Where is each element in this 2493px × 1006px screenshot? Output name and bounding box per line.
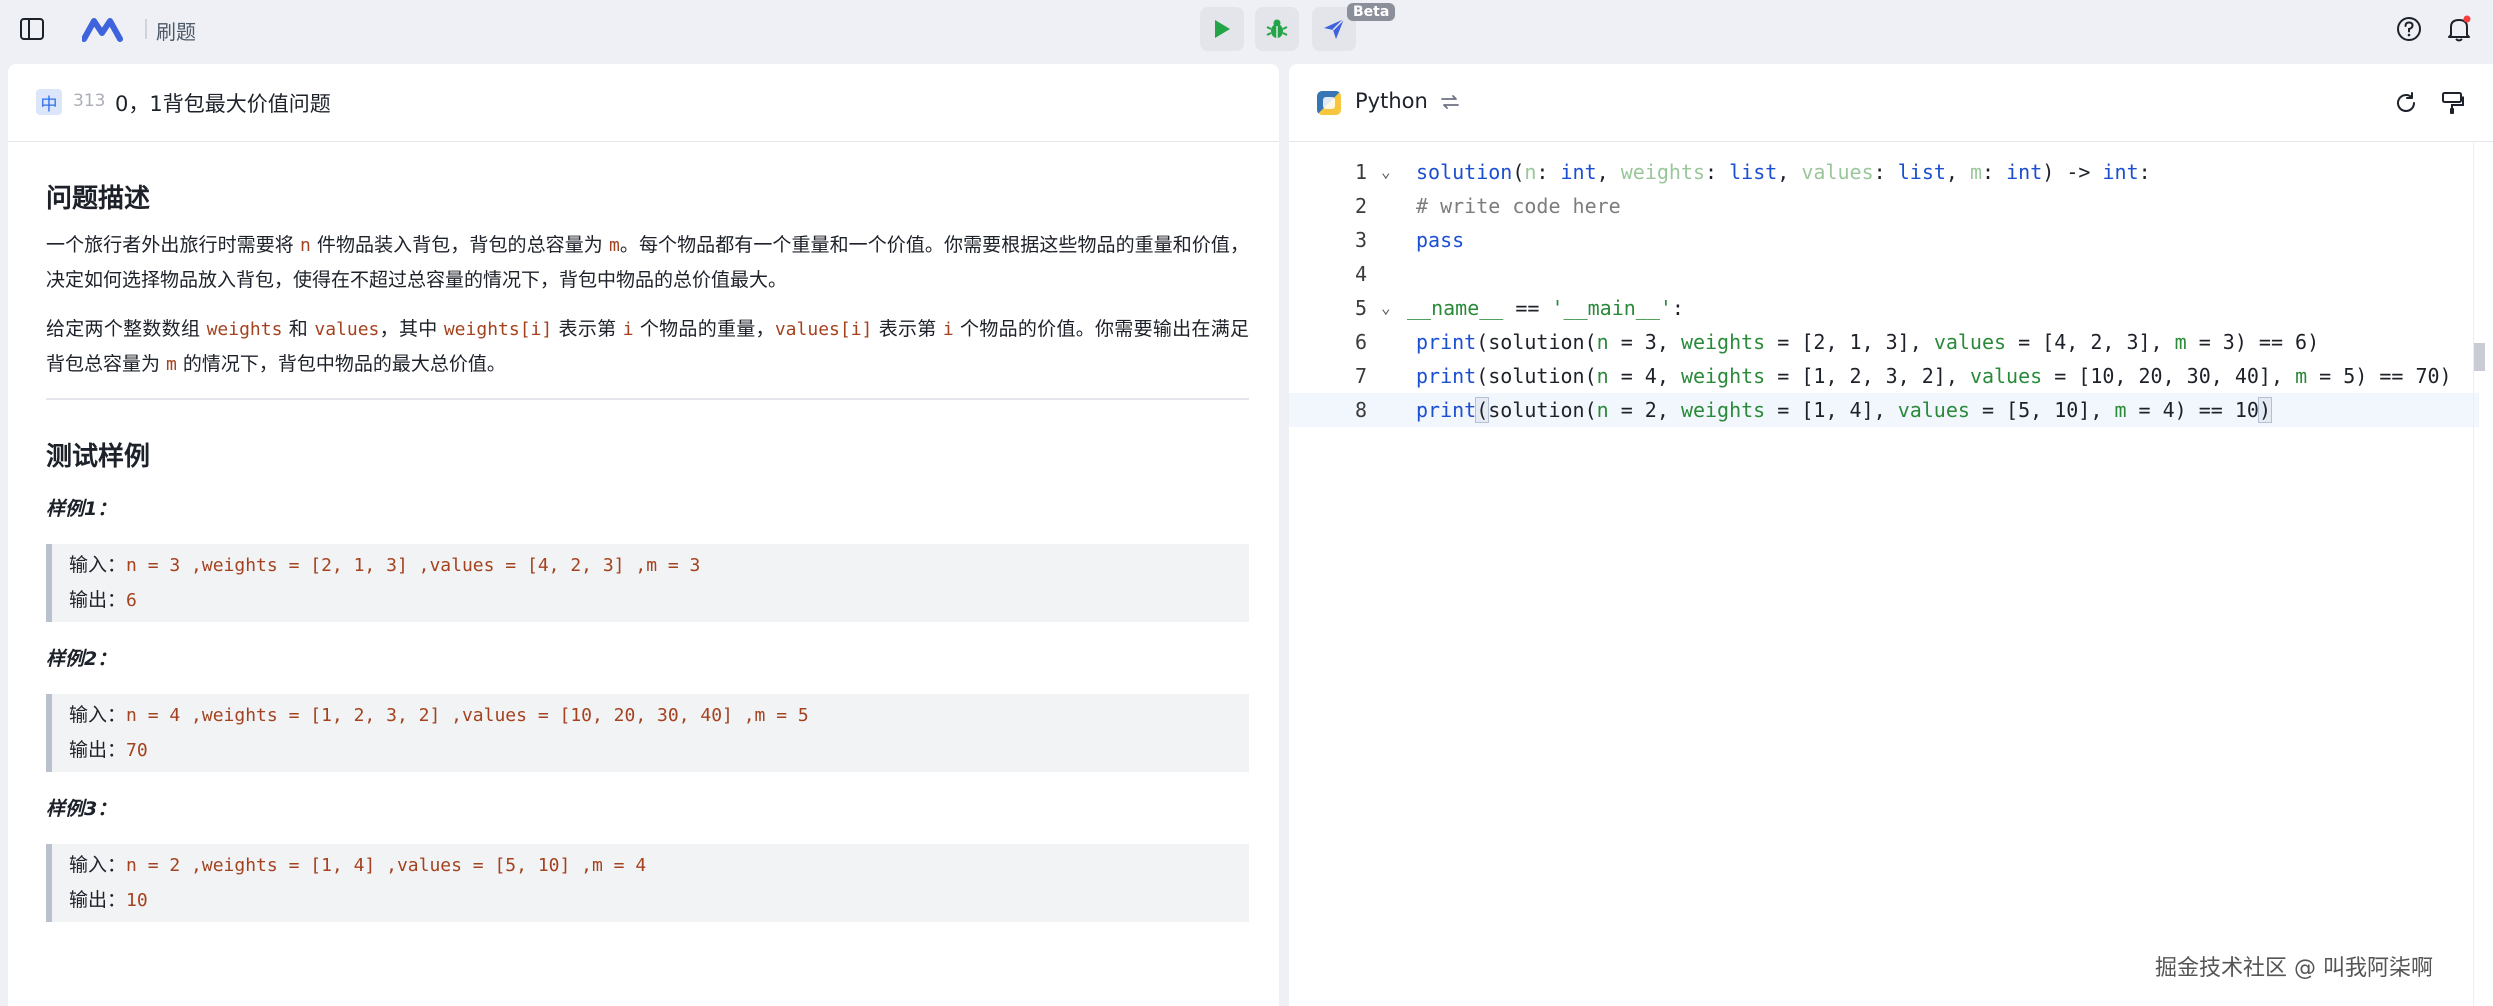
fold-chevron-icon[interactable]: ⌄: [1381, 155, 1391, 189]
example-3-input: n = 2 ,weights = [1, 4] ,values = [5, 10…: [126, 855, 647, 876]
example-3-output: 10: [126, 890, 148, 911]
description-heading: 问题描述: [46, 184, 151, 214]
problem-title: 0，1背包最大价值问题: [115, 92, 331, 116]
sidebar-toggle-icon[interactable]: [18, 15, 46, 43]
line-number: 4: [1354, 262, 1367, 286]
code-line[interactable]: 7 print(solution(n = 4, weights = [1, 2,…: [1289, 359, 2479, 393]
problem-id: 313: [73, 91, 106, 111]
example-2-label: 样例2：: [46, 648, 117, 670]
line-number: 1: [1354, 160, 1367, 184]
example-3-block: 输入：n = 2 ,weights = [1, 4] ,values = [5,…: [46, 844, 1249, 922]
fold-chevron-icon[interactable]: ⌄: [1381, 291, 1391, 325]
line-number: 2: [1354, 194, 1367, 218]
code-line[interactable]: 1 ⌄ solution(n: int, weights: list, valu…: [1289, 155, 2479, 189]
description-paragraph-1: 一个旅行者外出旅行时需要将 n 件物品装入背包，背包的总容量为 m。每个物品都有…: [46, 234, 1249, 291]
section-divider: [46, 398, 1249, 400]
help-icon[interactable]: [2396, 16, 2422, 42]
editor-header: Python: [1289, 64, 2493, 142]
example-1-input: n = 3 ,weights = [2, 1, 3] ,values = [4,…: [126, 555, 701, 576]
line-number: 8: [1354, 398, 1367, 422]
bug-icon: [1266, 19, 1288, 38]
problem-panel: 中 313 0，1背包最大价值问题 问题描述 一个旅行者外出旅行时需要将 n 件…: [8, 64, 1279, 1006]
test-cases-heading: 测试样例: [46, 442, 151, 472]
format-code-icon[interactable]: [2439, 90, 2465, 116]
code-line-active[interactable]: 8 print(solution(n = 2, weights = [1, 4]…: [1289, 393, 2479, 427]
example-2-input: n = 4 ,weights = [1, 2, 3, 2] ,values = …: [126, 705, 809, 726]
editor-panel: Python 1 ⌄ solution(n: int, weights: lis…: [1289, 64, 2493, 1006]
watermark: 掘金技术社区 @ 叫我阿柒啊: [2155, 956, 2433, 981]
beta-badge: Beta: [1347, 3, 1396, 21]
description-paragraph-2: 给定两个整数数组 weights 和 values，其中 weights[i] …: [46, 318, 1249, 375]
editor-scrollbar[interactable]: [2473, 143, 2485, 1006]
example-1-output: 6: [126, 590, 137, 611]
example-1-label: 样例1：: [46, 498, 117, 520]
code-line[interactable]: 2 # write code here: [1289, 189, 2479, 223]
difficulty-badge: 中: [36, 89, 62, 115]
editor-scrollbar-thumb[interactable]: [2474, 343, 2485, 371]
code-editor[interactable]: 1 ⌄ solution(n: int, weights: list, valu…: [1289, 143, 2493, 1006]
code-line[interactable]: 3 pass: [1289, 223, 2479, 257]
example-2-output: 70: [126, 740, 148, 761]
run-button[interactable]: [1200, 7, 1244, 51]
line-number: 6: [1354, 330, 1367, 354]
problem-body: 问题描述 一个旅行者外出旅行时需要将 n 件物品装入背包，背包的总容量为 m。每…: [8, 178, 1279, 922]
panel-resize-handle[interactable]: [1279, 64, 1289, 1006]
switch-language-icon[interactable]: [1439, 91, 1461, 113]
play-icon: [1215, 20, 1230, 38]
problem-header: 中 313 0，1背包最大价值问题: [8, 64, 1279, 142]
code-line[interactable]: 5 ⌄ __name__ == '__main__':: [1289, 291, 2479, 325]
language-selector[interactable]: Python: [1355, 89, 1428, 113]
reset-code-icon[interactable]: [2393, 90, 2419, 116]
notification-bell-icon[interactable]: [2445, 14, 2473, 44]
top-bar: 刷题 Beta: [0, 0, 2493, 58]
python-icon: [1317, 91, 1341, 115]
topbar-divider: [145, 19, 147, 39]
line-number: 7: [1354, 364, 1367, 388]
line-number: 5: [1354, 296, 1367, 320]
example-2-block: 输入：n = 4 ,weights = [1, 2, 3, 2] ,values…: [46, 694, 1249, 772]
example-3-label: 样例3：: [46, 798, 117, 820]
marscode-logo[interactable]: [81, 15, 126, 43]
code-line[interactable]: 6 print(solution(n = 3, weights = [2, 1,…: [1289, 325, 2479, 359]
example-1-block: 输入：n = 3 ,weights = [2, 1, 3] ,values = …: [46, 544, 1249, 622]
page-title: 刷题: [156, 20, 196, 44]
line-number: 3: [1354, 228, 1367, 252]
code-line[interactable]: 4: [1289, 257, 2479, 291]
send-icon: [1324, 18, 1345, 39]
debug-button[interactable]: [1255, 7, 1299, 51]
